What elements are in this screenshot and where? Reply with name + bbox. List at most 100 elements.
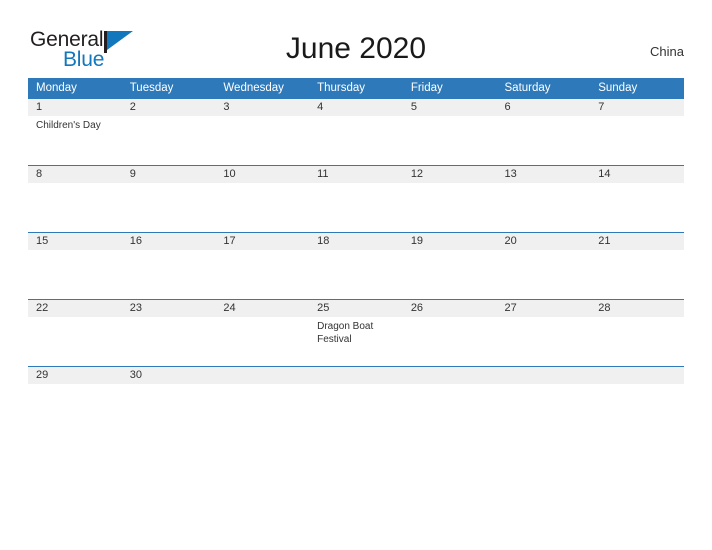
calendar-day-cell[interactable]: 1 Children's Day [28, 98, 122, 166]
calendar-day-cell[interactable]: 13 [496, 165, 591, 233]
day-number: 19 [402, 233, 497, 250]
day-event [403, 183, 497, 187]
day-event [122, 317, 216, 321]
day-number: 12 [402, 166, 497, 183]
day-number: 9 [121, 166, 216, 183]
day-event [590, 183, 684, 187]
day-number: 22 [28, 300, 122, 317]
day-event [122, 384, 216, 388]
calendar-day-cell[interactable]: 11 [309, 165, 403, 233]
day-number: 21 [590, 233, 684, 250]
day-event [497, 250, 591, 254]
day-number [402, 367, 497, 384]
day-number: 6 [496, 99, 591, 116]
day-event [403, 384, 497, 388]
day-number: 26 [402, 300, 497, 317]
day-event [122, 250, 216, 254]
day-number: 16 [121, 233, 216, 250]
weekday-header-tuesday: Tuesday [121, 78, 216, 99]
calendar-day-cell[interactable]: 9 [121, 165, 216, 233]
day-event [28, 250, 122, 254]
day-number: 20 [496, 233, 591, 250]
day-number: 15 [28, 233, 122, 250]
day-number: 29 [28, 367, 122, 384]
calendar-day-cell[interactable]: 8 [28, 165, 122, 233]
day-event [215, 317, 309, 321]
calendar-day-cell[interactable]: 25 Dragon Boat Festival [309, 299, 403, 367]
calendar-day-cell[interactable]: 29 [28, 366, 122, 388]
day-event [122, 183, 216, 187]
day-number: 2 [121, 99, 216, 116]
day-number: 7 [590, 99, 684, 116]
calendar-day-cell[interactable]: 6 [496, 98, 591, 166]
weekday-header-monday: Monday [28, 78, 122, 99]
calendar-day-cell[interactable] [496, 366, 591, 388]
calendar-week-row: 15 16 17 18 19 20 21 [28, 232, 684, 300]
calendar-day-cell[interactable]: 14 [590, 165, 684, 233]
day-number: 14 [590, 166, 684, 183]
day-event [309, 183, 403, 187]
calendar-week-row: 1 Children's Day 2 3 4 5 6 7 [28, 98, 684, 166]
day-number: 18 [309, 233, 403, 250]
day-event [403, 116, 497, 120]
page-header: General Blue June 2020 China [0, 0, 712, 78]
day-event [309, 250, 403, 254]
calendar-day-cell[interactable]: 18 [309, 232, 403, 300]
day-event [590, 317, 684, 321]
weekday-header-saturday: Saturday [496, 78, 591, 99]
day-number: 13 [496, 166, 591, 183]
day-event [497, 183, 591, 187]
calendar-day-cell[interactable]: 30 [121, 366, 216, 388]
calendar-day-cell[interactable]: 28 [590, 299, 684, 367]
calendar-day-cell[interactable]: 15 [28, 232, 122, 300]
day-number: 30 [121, 367, 216, 384]
day-event [215, 116, 309, 120]
calendar-day-cell[interactable]: 3 [215, 98, 310, 166]
calendar-body: 1 Children's Day 2 3 4 5 6 7 8 9 10 11 1… [28, 98, 684, 388]
day-number: 10 [215, 166, 310, 183]
calendar-day-cell[interactable]: 26 [402, 299, 497, 367]
calendar-week-row: 22 23 24 25 Dragon Boat Festival 26 27 2… [28, 299, 684, 367]
calendar-day-cell[interactable] [590, 366, 684, 388]
day-event [403, 317, 497, 321]
calendar-day-cell[interactable]: 27 [496, 299, 591, 367]
day-number: 3 [215, 99, 310, 116]
day-event [590, 250, 684, 254]
calendar-day-cell[interactable]: 21 [590, 232, 684, 300]
day-number: 4 [309, 99, 403, 116]
calendar-table: Monday Tuesday Wednesday Thursday Friday… [28, 78, 684, 388]
weekday-header-friday: Friday [402, 78, 497, 99]
day-number: 17 [215, 233, 310, 250]
day-number [590, 367, 684, 384]
calendar-day-cell[interactable]: 10 [215, 165, 310, 233]
day-number: 8 [28, 166, 122, 183]
calendar-day-cell[interactable] [309, 366, 403, 388]
weekday-header-thursday: Thursday [309, 78, 403, 99]
calendar-day-cell[interactable]: 20 [496, 232, 591, 300]
calendar-day-cell[interactable]: 16 [121, 232, 216, 300]
calendar-day-cell[interactable]: 19 [402, 232, 497, 300]
calendar-day-cell[interactable] [402, 366, 497, 388]
calendar-day-cell[interactable]: 24 [215, 299, 310, 367]
day-number: 1 [28, 99, 122, 116]
day-event [28, 183, 122, 187]
day-event [497, 384, 591, 388]
day-number: 11 [309, 166, 403, 183]
calendar-day-cell[interactable]: 4 [309, 98, 403, 166]
calendar-day-cell[interactable] [215, 366, 310, 388]
day-event [309, 384, 403, 388]
day-number: 5 [402, 99, 497, 116]
calendar-week-row: 8 9 10 11 12 13 14 [28, 165, 684, 233]
calendar-day-cell[interactable]: 12 [402, 165, 497, 233]
page-title: June 2020 [285, 32, 427, 65]
calendar-day-cell[interactable]: 22 [28, 299, 122, 367]
calendar-day-cell[interactable]: 17 [215, 232, 310, 300]
calendar-day-cell[interactable]: 2 [121, 98, 216, 166]
day-event [215, 183, 309, 187]
calendar-day-cell[interactable]: 23 [121, 299, 216, 367]
day-event: Dragon Boat Festival [317, 321, 374, 345]
day-event [497, 317, 591, 321]
calendar-day-cell[interactable]: 5 [402, 98, 497, 166]
day-event [403, 250, 497, 254]
calendar-day-cell[interactable]: 7 [590, 98, 684, 166]
